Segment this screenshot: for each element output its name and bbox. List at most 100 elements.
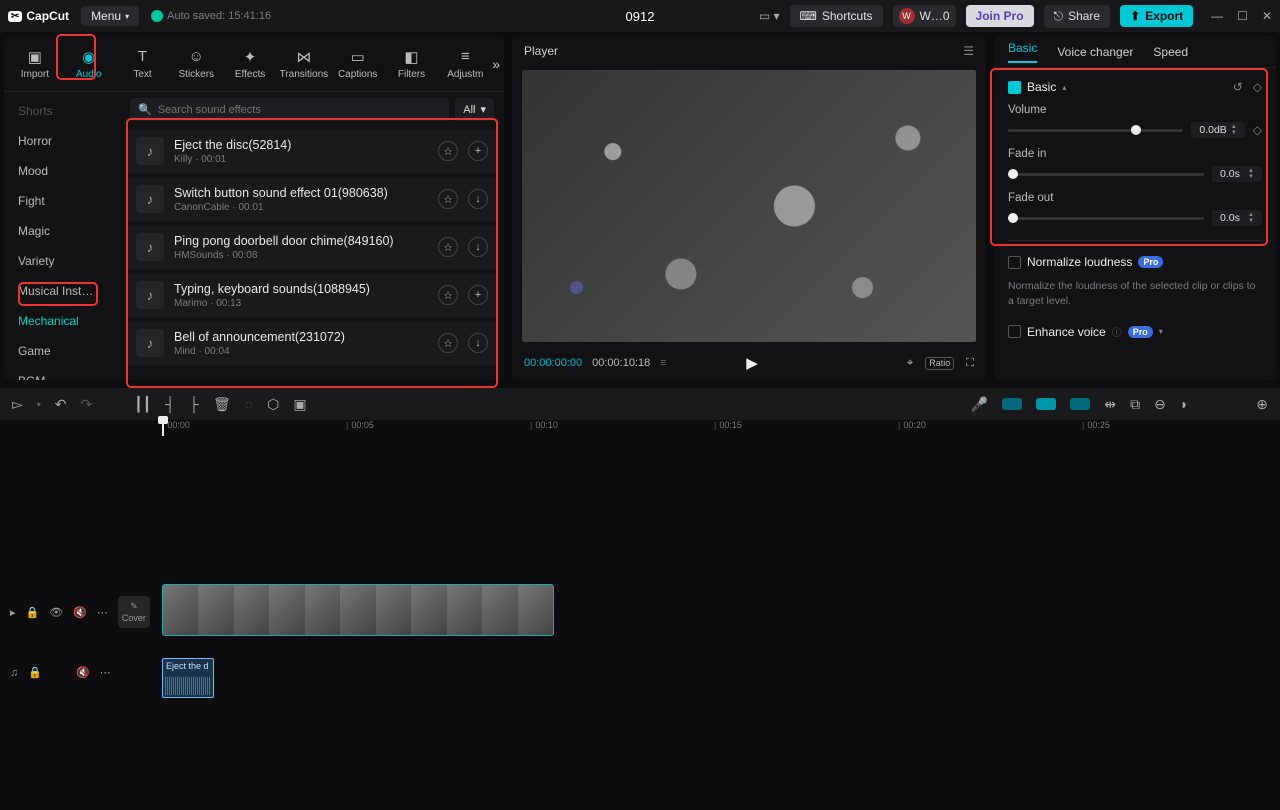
tab-effects[interactable]: ✦Effects (223, 48, 277, 80)
add-icon[interactable]: + (468, 141, 488, 161)
tab-speed[interactable]: Speed (1153, 45, 1188, 59)
more-icon[interactable]: ⋯ (97, 606, 108, 619)
fullscreen-icon[interactable]: ⛶ (966, 357, 974, 370)
trim-right-icon[interactable]: ├ (189, 396, 199, 412)
tab-filters[interactable]: ◧Filters (385, 48, 439, 80)
category-variety[interactable]: Variety (4, 246, 120, 276)
tab-transitions[interactable]: ⋈Transitions (277, 48, 331, 80)
undo-icon[interactable]: ↶ (55, 396, 67, 413)
tab-captions[interactable]: ▭Captions (331, 48, 385, 80)
aspect-icon[interactable]: ▭ ▾ (759, 9, 780, 23)
record-icon[interactable]: ◌ (245, 396, 253, 412)
filter-all-button[interactable]: All▾ (455, 98, 494, 121)
timeline[interactable]: ▸ 🔒 👁 🔇 ⋯ ✎Cover ♫ 🔒 🔇 ⋯ 转动的齿轮00:00:10:1… (0, 436, 1280, 798)
track-audio-icon[interactable]: ♫ (10, 667, 18, 679)
nav-more-icon[interactable]: » (492, 56, 500, 72)
category-game[interactable]: Game (4, 336, 120, 366)
link-icon[interactable]: ⧉ (1130, 396, 1140, 413)
scan-icon[interactable]: ⌖ (907, 357, 913, 370)
lock-icon[interactable]: 🔒 (26, 606, 40, 619)
keyframe-icon[interactable]: ◇ (1253, 80, 1262, 94)
more-icon[interactable]: ⋯ (100, 666, 111, 679)
fadeout-slider[interactable] (1008, 217, 1204, 220)
download-icon[interactable]: ↓ (468, 333, 488, 353)
redo-icon[interactable]: ↷ (81, 396, 93, 413)
ratio-button[interactable]: Ratio (925, 357, 954, 370)
eye-icon[interactable]: 👁 (49, 606, 63, 619)
toggle-3-icon[interactable] (1070, 398, 1090, 410)
toggle-1-icon[interactable] (1002, 398, 1022, 410)
favorite-icon[interactable]: ☆ (438, 333, 458, 353)
tab-voice-changer[interactable]: Voice changer (1057, 45, 1133, 59)
category-mechanical[interactable]: Mechanical (4, 306, 120, 336)
sound-item[interactable]: ♪ Bell of announcement(231072)Mind · 00:… (126, 321, 498, 365)
category-fight[interactable]: Fight (4, 186, 120, 216)
align-icon[interactable]: ⇹ (1104, 396, 1116, 413)
sound-item[interactable]: ♪ Typing, keyboard sounds(1088945)Marimo… (126, 273, 498, 317)
favorite-icon[interactable]: ☆ (438, 285, 458, 305)
zoom-add-icon[interactable]: ⊕ (1256, 396, 1268, 413)
category-musical[interactable]: Musical Inst… (4, 276, 120, 306)
select-tool-icon[interactable]: ▻ (12, 396, 23, 413)
project-title[interactable]: 0912 (626, 9, 655, 24)
delete-icon[interactable]: 🗑 (213, 396, 231, 413)
share-button[interactable]: ⎋Share (1044, 5, 1111, 28)
favorite-icon[interactable]: ☆ (438, 141, 458, 161)
tab-adjustment[interactable]: ≡Adjustm (438, 48, 492, 80)
video-clip[interactable]: 转动的齿轮00:00:10:18 (162, 584, 554, 636)
reset-icon[interactable]: ↺ (1233, 80, 1243, 94)
category-mood[interactable]: Mood (4, 156, 120, 186)
tab-import[interactable]: ▣Import (8, 48, 62, 80)
sound-item[interactable]: ♪ Ping pong doorbell door chime(849160)H… (126, 225, 498, 269)
maximize-icon[interactable]: ☐ (1237, 9, 1248, 23)
lock-icon[interactable]: 🔒 (28, 666, 42, 679)
export-button[interactable]: ⬆Export (1120, 5, 1193, 27)
mute-icon[interactable]: 🔇 (73, 606, 87, 619)
menu-button[interactable]: Menu▾ (81, 6, 139, 26)
tab-text[interactable]: TText (116, 48, 170, 80)
mic-icon[interactable]: 🎤 (971, 396, 988, 413)
shortcuts-button[interactable]: ⌨Shortcuts (790, 5, 883, 27)
fadein-value[interactable]: 0.0s▲▼ (1212, 166, 1262, 182)
cover-button[interactable]: ✎Cover (118, 596, 150, 628)
fadein-slider[interactable] (1008, 173, 1204, 176)
category-shorts[interactable]: Shorts (4, 96, 120, 126)
enhance-voice-row[interactable]: Enhance voice ⓘ Pro ▾ (1008, 324, 1262, 339)
trim-left-icon[interactable]: ┤ (165, 396, 175, 412)
favorite-icon[interactable]: ☆ (438, 189, 458, 209)
minimize-icon[interactable]: — (1211, 9, 1223, 23)
mute-icon[interactable]: 🔇 (76, 666, 90, 679)
basic-section-header[interactable]: Basic ▴ ↺◇ (1008, 80, 1262, 94)
marker-icon[interactable]: ◗ (1180, 396, 1188, 412)
keyframe-icon[interactable]: ◇ (1253, 123, 1262, 137)
sound-item[interactable]: ♪ Switch button sound effect 01(980638)C… (126, 177, 498, 221)
tab-audio[interactable]: ◉Audio (62, 48, 116, 80)
normalize-row[interactable]: Normalize loudness Pro (1008, 255, 1262, 269)
add-icon[interactable]: + (468, 285, 488, 305)
account-button[interactable]: WW…0 (893, 5, 956, 27)
volume-slider[interactable] (1008, 129, 1183, 132)
close-icon[interactable]: ✕ (1262, 9, 1272, 23)
category-bgm[interactable]: BGM (4, 366, 120, 380)
tab-stickers[interactable]: ☺Stickers (169, 48, 223, 80)
toggle-2-icon[interactable] (1036, 398, 1056, 410)
play-icon[interactable]: ▶ (746, 354, 758, 372)
volume-value[interactable]: 0.0dB▲▼ (1191, 122, 1244, 138)
split-icon[interactable]: ┃┃ (134, 396, 151, 413)
preview-viewport[interactable] (522, 70, 976, 342)
zoom-out-icon[interactable]: ⊖ (1154, 396, 1166, 413)
audio-clip[interactable]: Eject the d (162, 658, 214, 698)
download-icon[interactable]: ↓ (468, 237, 488, 257)
frame-icon[interactable]: ▣ (293, 396, 306, 413)
fadeout-value[interactable]: 0.0s▲▼ (1212, 210, 1262, 226)
tab-basic[interactable]: Basic (1008, 41, 1037, 63)
shield-icon[interactable]: ⬡ (267, 396, 279, 413)
player-menu-icon[interactable]: ☰ (963, 44, 974, 58)
sound-item[interactable]: ♪ Eject the disc(52814)Killy · 00:01 ☆+ (126, 129, 498, 173)
search-input[interactable]: 🔍Search sound effects (130, 98, 449, 121)
join-pro-button[interactable]: Join Pro (966, 5, 1034, 27)
download-icon[interactable]: ↓ (468, 189, 488, 209)
favorite-icon[interactable]: ☆ (438, 237, 458, 257)
category-magic[interactable]: Magic (4, 216, 120, 246)
level-icon[interactable]: ≡ (660, 357, 666, 369)
